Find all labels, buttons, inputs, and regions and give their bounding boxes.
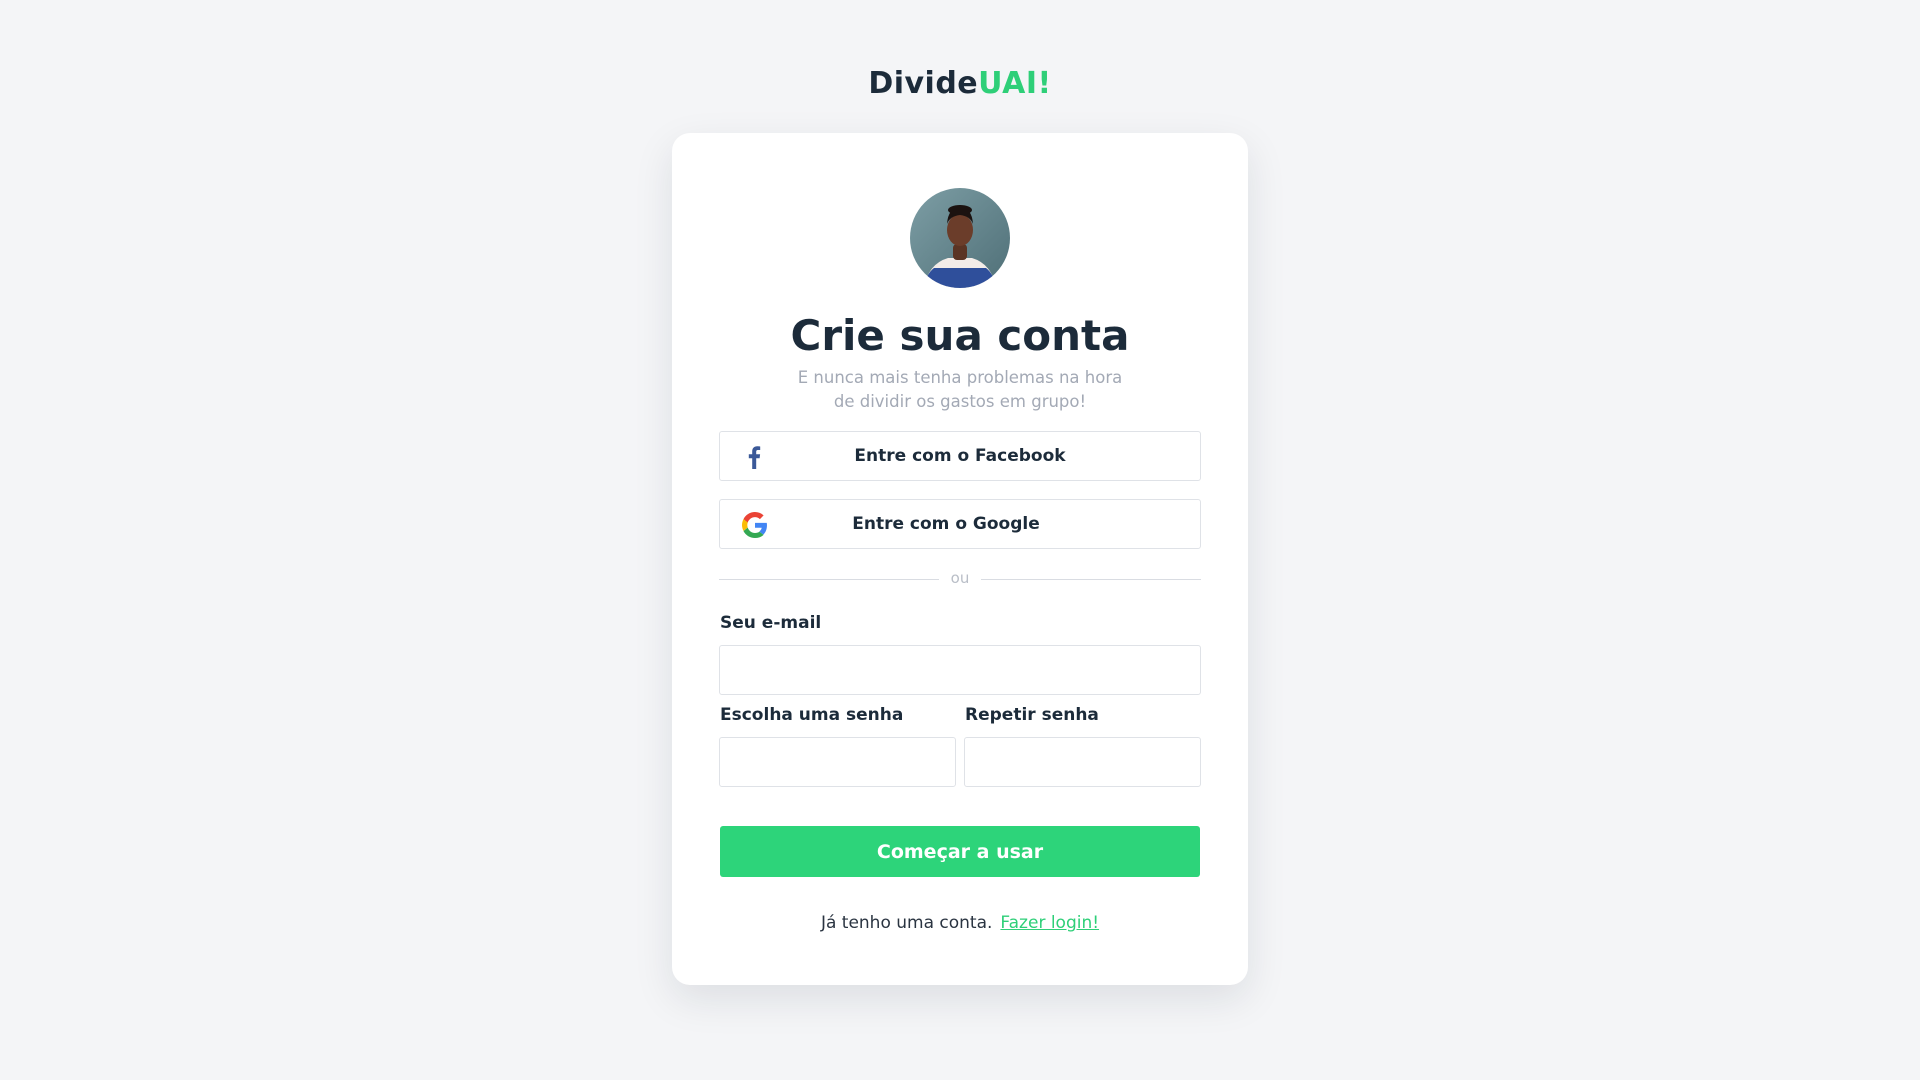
login-prompt-text: Já tenho uma conta. [820,913,993,933]
password-label: Escolha uma senha [720,705,904,725]
app-logo[interactable]: DivideUAI! [0,66,1920,101]
or-divider: ou [719,569,1201,589]
page-subtitle: E nunca mais tenha problemas na hora de … [797,368,1123,411]
avatar [910,188,1010,288]
logo-text-uai: UAI! [978,66,1052,101]
divider-line-right [981,579,1201,580]
google-login-label: Entre com o Google [852,514,1040,534]
email-label: Seu e-mail [720,613,822,633]
divider-text: ou [950,569,970,587]
submit-button[interactable]: Começar a usar [720,826,1200,877]
email-field[interactable] [719,645,1201,695]
logo-text-divide: Divide [868,66,979,101]
signup-card: Crie sua conta E nunca mais tenha proble… [672,133,1248,985]
password-field[interactable] [719,737,956,787]
page-title: Crie sua conta [790,311,1130,360]
login-prompt: Já tenho uma conta. Fazer login! [672,913,1248,933]
facebook-login-button[interactable]: Entre com o Facebook [719,431,1201,481]
repeat-password-field[interactable] [964,737,1201,787]
login-link[interactable]: Fazer login! [1000,913,1099,933]
repeat-password-label: Repetir senha [965,705,1099,725]
google-login-button[interactable]: Entre com o Google [719,499,1201,549]
facebook-login-label: Entre com o Facebook [854,446,1066,466]
